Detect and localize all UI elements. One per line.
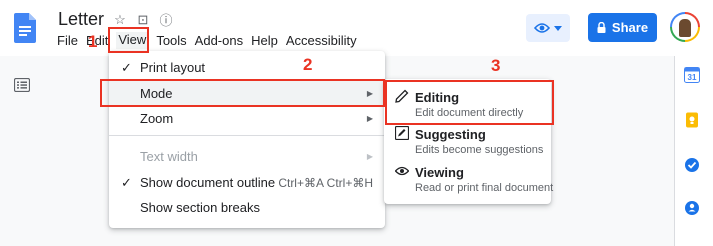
docs-logo-icon[interactable] (14, 13, 36, 43)
annotation-box-editing (385, 80, 554, 125)
menu-file[interactable]: File (57, 33, 78, 48)
submenu-arrow-icon: ▶ (366, 114, 373, 123)
suggest-icon (395, 126, 409, 140)
menu-item-show-document-outline[interactable]: ✓ Show document outline Ctrl+⌘A Ctrl+⌘H (109, 170, 385, 195)
document-outline-icon[interactable] (14, 78, 30, 92)
menu-tools[interactable]: Tools (156, 33, 186, 48)
mode-option-description: Edits become suggestions (415, 144, 544, 156)
eye-icon (395, 166, 409, 176)
mode-toggle-button[interactable] (526, 14, 570, 42)
svg-text:31: 31 (688, 73, 697, 82)
menu-item-label: Show document outline (140, 175, 276, 190)
share-label: Share (611, 20, 649, 35)
share-button[interactable]: Share (588, 13, 657, 42)
menu-item-print-layout[interactable]: ✓ Print layout (109, 55, 385, 80)
submenu-arrow-icon: ▶ (366, 152, 373, 161)
menu-item-text-width: Text width ▶ (109, 144, 385, 169)
annotation-number: 1 (88, 32, 98, 51)
keep-icon[interactable] (684, 112, 700, 128)
mode-option-label: Viewing (415, 165, 464, 180)
calendar-icon[interactable]: 31 (684, 67, 700, 83)
menu-add-ons[interactable]: Add-ons (195, 33, 243, 48)
mode-option-description: Read or print final document (415, 182, 554, 194)
view-menu: ✓ Print layout Mode ▶ Zoom ▶ Text width … (109, 51, 385, 228)
checkmark-icon: ✓ (121, 174, 132, 190)
keyboard-shortcut: Ctrl+⌘A Ctrl+⌘H (278, 175, 373, 190)
menu-item-label: Text width (140, 149, 198, 164)
lock-icon (597, 22, 606, 33)
checkmark-icon: ✓ (121, 59, 132, 75)
menu-item-label: Print layout (140, 60, 206, 75)
menu-item-label: Show section breaks (140, 200, 260, 215)
move-to-folder-icon[interactable]: ⊡ (136, 12, 150, 28)
menu-bar: File Edit View Tools Add-ons Help Access… (57, 32, 357, 49)
mode-option-label: Suggesting (415, 127, 486, 142)
menu-item-label: Zoom (140, 111, 174, 126)
chevron-down-icon (554, 25, 562, 31)
side-panel-rail (674, 56, 713, 246)
mode-option-viewing[interactable]: Viewing Read or print final document (384, 160, 554, 199)
star-icon[interactable]: ☆ (113, 12, 127, 28)
left-rail (0, 56, 68, 246)
annotation-number: 3 (491, 56, 501, 75)
annotation-box-mode (100, 79, 385, 107)
menu-accessibility[interactable]: Accessibility (286, 33, 357, 48)
menu-item-zoom[interactable]: Zoom ▶ (109, 106, 385, 131)
tasks-icon[interactable] (684, 157, 700, 173)
annotation-number: 2 (303, 55, 313, 74)
contacts-icon[interactable] (684, 200, 700, 216)
top-bar: Letter ☆ ⊡ ⓘ File Edit View Tools Add-on… (0, 0, 713, 56)
document-title[interactable]: Letter (58, 9, 104, 30)
menu-help[interactable]: Help (251, 33, 278, 48)
menu-divider (109, 135, 385, 136)
document-status-icon[interactable]: ⓘ (159, 10, 173, 29)
mode-option-suggesting[interactable]: Suggesting Edits become suggestions (384, 122, 551, 161)
account-avatar[interactable] (670, 12, 700, 42)
eye-icon (534, 23, 550, 33)
annotation-box-view (108, 27, 149, 53)
menu-item-show-section-breaks[interactable]: Show section breaks (109, 195, 385, 220)
